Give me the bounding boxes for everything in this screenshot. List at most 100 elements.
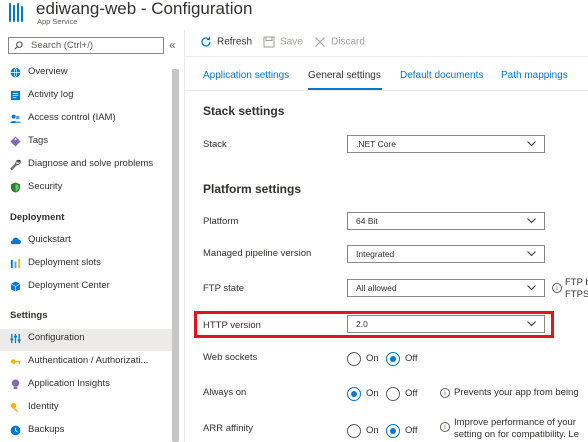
globe-icon bbox=[10, 67, 21, 78]
close-icon bbox=[315, 37, 325, 47]
sidebar-item-label: Identity bbox=[28, 401, 59, 412]
sidebar-item-label: Deployment Center bbox=[28, 280, 110, 291]
tabs-baseline bbox=[185, 90, 588, 91]
wrench-icon bbox=[10, 159, 21, 170]
slots-icon bbox=[10, 258, 21, 269]
always-on-off-label: Off bbox=[405, 388, 418, 399]
web-sockets-on-radio[interactable] bbox=[347, 352, 361, 366]
sliders-icon bbox=[10, 333, 21, 344]
sidebar-item-activity-log[interactable]: Activity log bbox=[0, 86, 172, 108]
pane-divider bbox=[184, 30, 185, 442]
tag-icon bbox=[10, 136, 21, 147]
cube-icon bbox=[10, 281, 21, 292]
tab-path-mappings[interactable]: Path mappings bbox=[501, 70, 568, 81]
stack-dropdown[interactable]: .NET Core bbox=[347, 135, 545, 153]
identity-key-icon bbox=[10, 402, 19, 413]
ftp-info-line2: FTPS bbox=[565, 289, 588, 300]
toolbar-divider bbox=[185, 56, 588, 57]
discard-button[interactable]: Discard bbox=[314, 36, 365, 48]
tab-application-settings[interactable]: Application settings bbox=[203, 70, 289, 81]
pipeline-value: Integrated bbox=[356, 249, 395, 259]
scrollbar-thumb[interactable] bbox=[172, 69, 179, 442]
ftp-state-value: All allowed bbox=[356, 283, 397, 293]
sidebar-item-identity[interactable]: Identity bbox=[0, 398, 172, 420]
web-sockets-label: Web sockets bbox=[203, 352, 258, 363]
sidebar-item-label: Security bbox=[28, 181, 63, 192]
sidebar-item-diagnose[interactable]: Diagnose and solve problems bbox=[0, 155, 172, 177]
discard-label: Discard bbox=[331, 36, 365, 48]
refresh-button[interactable]: Refresh bbox=[200, 36, 252, 48]
arr-affinity-off-radio[interactable] bbox=[386, 424, 400, 438]
platform-label: Platform bbox=[203, 216, 239, 227]
command-bar: Refresh Save Discard bbox=[185, 30, 588, 56]
chevron-down-icon bbox=[527, 285, 536, 291]
active-tab-indicator bbox=[308, 88, 382, 90]
always-on-on-label: On bbox=[366, 388, 379, 399]
always-on-on-radio[interactable] bbox=[347, 387, 361, 401]
search-input[interactable]: Search (Ctrl+/) bbox=[8, 37, 164, 54]
save-label: Save bbox=[280, 36, 303, 48]
search-icon bbox=[14, 41, 23, 50]
always-on-info: Prevents your app from being bbox=[454, 387, 579, 398]
info-icon[interactable]: i bbox=[440, 388, 450, 398]
platform-value: 64 Bit bbox=[356, 216, 378, 226]
sidebar-item-label: Authentication / Authorizati... bbox=[28, 355, 149, 366]
collapse-sidebar-button[interactable]: « bbox=[169, 38, 176, 52]
arr-affinity-off-label: Off bbox=[405, 425, 418, 436]
stack-settings-heading: Stack settings bbox=[203, 104, 285, 118]
sidebar-item-overview[interactable]: Overview bbox=[0, 63, 172, 85]
save-button[interactable]: Save bbox=[263, 36, 303, 48]
sidebar-item-quickstart[interactable]: Quickstart bbox=[0, 231, 172, 253]
tab-general-settings[interactable]: General settings bbox=[308, 70, 381, 81]
pipeline-label: Managed pipeline version bbox=[203, 248, 312, 259]
info-icon[interactable]: i bbox=[440, 422, 450, 432]
header: ediwang-web - Configuration App Service bbox=[0, 0, 588, 30]
save-icon bbox=[263, 36, 275, 48]
sidebar-item-label: Access control (IAM) bbox=[28, 112, 116, 123]
sidebar-item-app-insights[interactable]: Application Insights bbox=[0, 375, 172, 397]
section-heading-deployment: Deployment bbox=[10, 212, 65, 223]
page-subtitle: App Service bbox=[37, 17, 78, 26]
refresh-icon bbox=[201, 36, 211, 47]
sidebar-item-label: Application Insights bbox=[28, 378, 110, 389]
refresh-label: Refresh bbox=[217, 36, 253, 48]
sidebar-item-configuration[interactable]: Configuration bbox=[0, 329, 172, 351]
key-icon bbox=[10, 359, 21, 364]
sidebar-item-deployment-slots[interactable]: Deployment slots bbox=[0, 254, 172, 276]
backup-icon bbox=[10, 425, 21, 436]
search-placeholder: Search (Ctrl+/) bbox=[31, 40, 94, 51]
people-icon bbox=[10, 114, 21, 124]
web-sockets-on-label: On bbox=[366, 353, 379, 364]
sidebar-item-backups[interactable]: Backups bbox=[0, 421, 172, 442]
arr-info-line2: setting on for compatibility. Le bbox=[454, 429, 579, 440]
always-on-off-radio[interactable] bbox=[386, 387, 400, 401]
app-service-icon bbox=[9, 3, 23, 25]
web-sockets-off-radio[interactable] bbox=[386, 352, 400, 366]
sidebar-scrollbar[interactable] bbox=[172, 69, 179, 442]
highlight-box bbox=[194, 311, 554, 338]
sidebar-item-label: Backups bbox=[28, 424, 65, 435]
chevron-down-icon bbox=[527, 141, 536, 147]
cloud-icon bbox=[10, 237, 21, 245]
arr-info-line1: Improve performance of your bbox=[454, 417, 576, 428]
sidebar-item-authentication[interactable]: Authentication / Authorizati... bbox=[0, 352, 172, 374]
section-heading-settings: Settings bbox=[10, 310, 48, 321]
tab-default-documents[interactable]: Default documents bbox=[400, 70, 483, 81]
pipeline-dropdown[interactable]: Integrated bbox=[347, 245, 545, 263]
arr-affinity-on-radio[interactable] bbox=[347, 424, 361, 438]
info-icon[interactable]: i bbox=[552, 283, 562, 293]
platform-dropdown[interactable]: 64 Bit bbox=[347, 212, 545, 230]
ftp-state-label: FTP state bbox=[203, 283, 245, 294]
sidebar-item-access-control[interactable]: Access control (IAM) bbox=[0, 109, 172, 131]
sidebar-item-label: Diagnose and solve problems bbox=[28, 158, 154, 169]
activity-log-icon bbox=[10, 90, 21, 101]
stack-value: .NET Core bbox=[356, 139, 396, 149]
sidebar-item-label: Configuration bbox=[28, 332, 85, 343]
ftp-state-dropdown[interactable]: All allowed bbox=[347, 279, 545, 297]
sidebar-item-label: Overview bbox=[28, 66, 68, 77]
sidebar-item-security[interactable]: Security bbox=[0, 178, 172, 200]
sidebar-item-deployment-center[interactable]: Deployment Center bbox=[0, 277, 172, 299]
sidebar-item-label: Deployment slots bbox=[28, 257, 101, 268]
sidebar-item-tags[interactable]: Tags bbox=[0, 132, 172, 154]
bulb-icon bbox=[11, 379, 20, 390]
